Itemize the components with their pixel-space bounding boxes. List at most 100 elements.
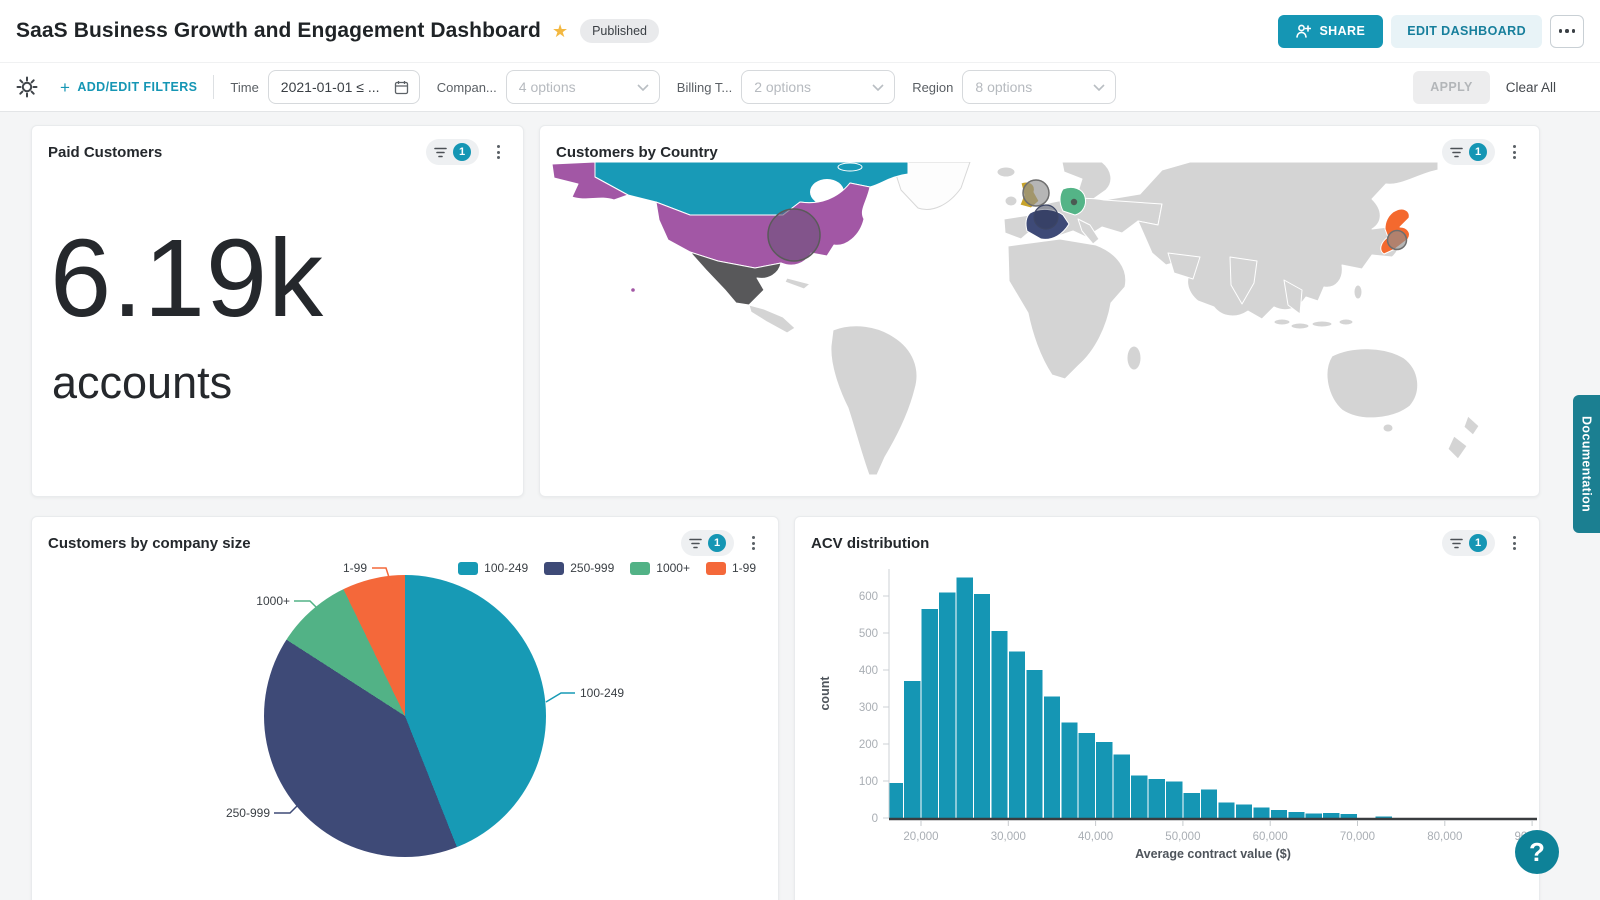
edit-dashboard-button[interactable]: EDIT DASHBOARD — [1391, 15, 1542, 48]
map-bubble-france[interactable] — [1034, 205, 1058, 229]
svg-text:300: 300 — [859, 702, 878, 714]
region-select[interactable]: 8 options — [962, 70, 1116, 104]
map-region-ireland[interactable] — [1005, 196, 1017, 206]
pie-slice-label: 100-249 — [580, 686, 624, 700]
histogram-bar[interactable] — [1218, 802, 1234, 818]
map-region-central-america[interactable] — [749, 305, 795, 333]
legend-item[interactable]: 250-999 — [544, 561, 614, 575]
widget-header: Customers by company size 1 — [32, 517, 778, 562]
widget-filter-chip[interactable]: 1 — [1442, 530, 1495, 556]
map-region-africa[interactable] — [1008, 239, 1126, 379]
svg-text:60,000: 60,000 — [1253, 831, 1288, 843]
legend-item[interactable]: 100-249 — [458, 561, 528, 575]
histogram-bar[interactable] — [1288, 812, 1304, 818]
histogram-bar[interactable] — [1341, 814, 1357, 818]
legend-item[interactable]: 1000+ — [630, 561, 690, 575]
documentation-tab[interactable]: Documentation — [1573, 395, 1600, 533]
widget-filter-chip[interactable]: 1 — [426, 139, 479, 165]
histogram-bar[interactable] — [890, 783, 903, 818]
histogram-bar[interactable] — [1114, 754, 1130, 818]
map-region-indonesia[interactable] — [1291, 323, 1309, 329]
map-country-hawaii[interactable] — [631, 288, 635, 292]
histogram-bar[interactable] — [1236, 804, 1252, 818]
map-bubble-uk[interactable] — [1023, 180, 1049, 206]
histogram-bar[interactable] — [974, 594, 990, 818]
time-range-input[interactable]: 2021-01-01 ≤ ... — [268, 70, 420, 104]
map-region-indonesia[interactable] — [1339, 319, 1353, 325]
svg-text:400: 400 — [859, 665, 878, 677]
map-bubble-usa[interactable] — [768, 209, 820, 261]
legend-item[interactable]: 1-99 — [706, 561, 756, 575]
map-region-philippines[interactable] — [1354, 285, 1362, 299]
histogram-bar[interactable] — [1201, 790, 1217, 818]
pie-chart[interactable] — [264, 575, 546, 857]
svg-text:50,000: 50,000 — [1165, 831, 1200, 843]
histogram-bar[interactable] — [1271, 810, 1287, 818]
histogram-bar[interactable] — [939, 592, 955, 818]
chevron-down-icon — [872, 84, 884, 91]
histogram-bar[interactable] — [1184, 793, 1200, 818]
svg-text:200: 200 — [859, 739, 878, 751]
histogram-bar[interactable] — [1044, 697, 1060, 818]
more-menu-button[interactable] — [1550, 15, 1584, 48]
histogram-bar[interactable] — [1166, 782, 1182, 818]
widget-filter-chip[interactable]: 1 — [1442, 139, 1495, 165]
histogram-bar[interactable] — [957, 578, 973, 819]
widget-filter-chip[interactable]: 1 — [681, 530, 734, 556]
billing-type-select[interactable]: 2 options — [741, 70, 895, 104]
dashboard-page: SaaS Business Growth and Engagement Dash… — [0, 0, 1600, 900]
share-button[interactable]: SHARE — [1278, 15, 1383, 48]
pie-callout-line-100-249 — [546, 693, 575, 702]
help-button[interactable]: ? — [1515, 830, 1559, 874]
histogram-bar[interactable] — [1061, 723, 1077, 818]
histogram-bar[interactable] — [922, 609, 938, 818]
map-region-new-zealand[interactable] — [1448, 436, 1467, 459]
legend-label: 1000+ — [656, 561, 690, 575]
map-bubble-germany[interactable] — [1071, 199, 1077, 205]
map-region-tasmania[interactable] — [1383, 424, 1393, 432]
filter-count-badge: 1 — [1469, 534, 1487, 552]
apply-button[interactable]: APPLY — [1413, 71, 1490, 104]
company-size-select[interactable]: 4 options — [506, 70, 660, 104]
filter-settings-button[interactable] — [16, 76, 38, 98]
histogram-bar[interactable] — [1009, 652, 1025, 819]
widget-acv-distribution: ACV distribution 1 010020030040050060020… — [794, 516, 1540, 900]
kebab-icon — [1513, 145, 1516, 148]
histogram-bar[interactable] — [1253, 807, 1269, 818]
map-region-indonesia[interactable] — [1312, 321, 1332, 327]
map-region-madagascar[interactable] — [1127, 346, 1141, 370]
widget-menu-button[interactable] — [1503, 139, 1525, 165]
map-region-new-zealand[interactable] — [1464, 416, 1479, 435]
billing-type-value: 2 options — [754, 79, 872, 95]
histogram-bar[interactable] — [1323, 813, 1339, 818]
widget-menu-button[interactable] — [487, 139, 509, 165]
pie-slice-label: 1-99 — [331, 561, 367, 575]
widget-header: ACV distribution 1 — [795, 517, 1539, 562]
histogram-bar[interactable] — [1131, 775, 1147, 818]
widget-menu-button[interactable] — [742, 530, 764, 556]
add-edit-filters-button[interactable]: + ADD/EDIT FILTERS — [60, 79, 197, 96]
histogram-bar[interactable] — [1096, 742, 1112, 818]
dashboard-title: SaaS Business Growth and Engagement Dash… — [16, 19, 541, 43]
clear-all-button[interactable]: Clear All — [1506, 80, 1556, 95]
map-bubble-japan[interactable] — [1388, 231, 1407, 250]
region-value: 8 options — [975, 79, 1093, 95]
map-region-indonesia[interactable] — [1274, 319, 1290, 325]
histogram-bar[interactable] — [1149, 779, 1165, 818]
map-region-australia[interactable] — [1327, 349, 1418, 418]
kebab-icon — [497, 145, 500, 148]
filter-lines-icon — [1450, 147, 1463, 158]
map-region-cuba[interactable] — [785, 278, 810, 289]
filter-bar: + ADD/EDIT FILTERS Time 2021-01-01 ≤ ...… — [0, 62, 1600, 112]
map-region-south-america[interactable] — [831, 326, 917, 475]
svg-text:30,000: 30,000 — [991, 831, 1026, 843]
histogram-bar[interactable] — [1079, 733, 1095, 818]
favorite-star-icon[interactable]: ★ — [552, 21, 568, 42]
legend-swatch — [544, 562, 564, 575]
widget-menu-button[interactable] — [1503, 530, 1525, 556]
histogram-bar[interactable] — [991, 631, 1007, 818]
histogram-bar[interactable] — [1026, 670, 1042, 818]
histogram-bar[interactable] — [904, 681, 920, 818]
histogram-bar[interactable] — [1306, 814, 1322, 818]
plus-icon: + — [60, 79, 70, 96]
